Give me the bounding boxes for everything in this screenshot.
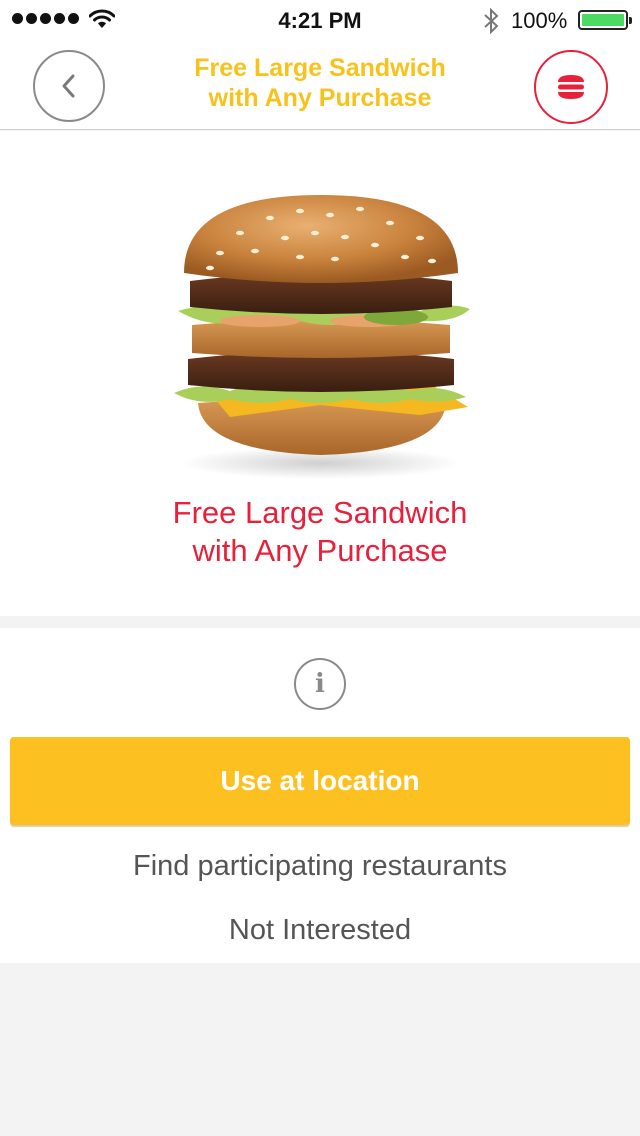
chevron-left-icon [62, 74, 75, 98]
find-restaurants-link[interactable]: Find participating restaurants [0, 850, 640, 883]
offer-card: Free Large Sandwich with Any Purchase [0, 131, 640, 616]
battery-percent: 100% [511, 8, 568, 33]
page-title: Free Large Sandwich with Any Purchase [194, 54, 446, 112]
burger-menu-icon [558, 75, 584, 99]
battery-icon [578, 10, 632, 30]
info-icon: i [315, 669, 325, 699]
burger-image [174, 195, 470, 479]
menu-button[interactable] [534, 50, 608, 124]
status-bar: 4:21 PM 100% [0, 0, 640, 40]
bluetooth-icon [484, 8, 499, 34]
info-button[interactable]: i [294, 658, 346, 710]
not-interested-link[interactable]: Not Interested [0, 914, 640, 947]
nav-bar: Free Large Sandwich with Any Purchase [0, 40, 640, 130]
offer-title: Free Large Sandwich with Any Purchase [172, 495, 468, 568]
back-button[interactable] [33, 50, 105, 122]
offer-actions: i Use at location Find participating res… [0, 628, 640, 963]
use-at-location-button[interactable]: Use at location [10, 737, 630, 825]
